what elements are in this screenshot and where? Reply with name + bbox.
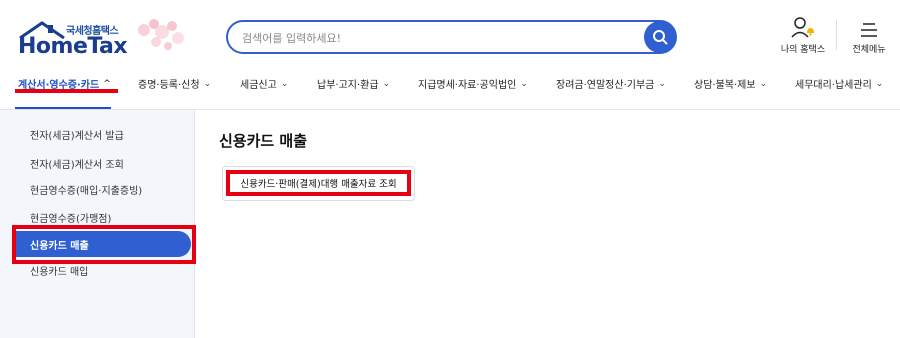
page-title: 신용카드 매출 — [219, 132, 308, 150]
nav-item-payment-refund[interactable]: 납부·고지·환급 ⌄ — [317, 76, 391, 92]
search-button[interactable] — [644, 21, 676, 53]
chevron-up-icon: ^ — [103, 78, 111, 89]
chevron-down-icon: ⌄ — [203, 78, 212, 89]
chevron-down-icon: ⌄ — [658, 78, 666, 89]
search-icon — [653, 30, 668, 45]
all-menu-button[interactable]: 전체메뉴 — [846, 16, 892, 55]
chevron-down-icon: ⌄ — [875, 78, 884, 89]
chevron-down-icon: ⌄ — [280, 78, 289, 89]
sidebar-item-cash-receipt-purchase[interactable]: 현금영수증(매입·지출증빙) — [15, 176, 191, 202]
highlight-underline — [15, 89, 118, 93]
nav-item-payment-statements[interactable]: 지급명세·자료·공익법인 ⌄ — [418, 76, 528, 92]
nav-item-label: 증명·등록·신청 — [138, 80, 200, 91]
logo-title: HomeTax — [18, 34, 128, 59]
chevron-down-icon: ⌄ — [382, 78, 391, 89]
credit-card-sales-inquiry-button[interactable]: 신용카드·판매(결제)대행 매출자료 조회 — [226, 170, 411, 196]
nav-item-consultation[interactable]: 상담·불복·제보 ⌄ — [694, 76, 768, 92]
header: 국세청홈택스 HomeTax 검색어를 입력하세요! 나의 홈택스 전체메뉴 — [0, 0, 900, 70]
cherry-blossom-icon — [138, 19, 184, 50]
nav-item-label: 납부·고지·환급 — [317, 80, 379, 91]
sidebar: 전자(세금)계산서 발급 전자(세금)계산서 조회 현금영수증(매입·지출증빙)… — [0, 110, 195, 338]
search-bar — [226, 20, 677, 54]
nav-active-indicator — [15, 107, 111, 109]
chevron-down-icon: ⌄ — [520, 78, 528, 89]
nav-item-certificates[interactable]: 증명·등록·신청 ⌄ — [138, 76, 212, 92]
highlight-box-sidebar — [12, 225, 196, 264]
nav-item-label: 세금신고 — [240, 80, 277, 91]
sidebar-item-label: 현금영수증(가맹점) — [30, 213, 112, 225]
my-hometax-label: 나의 홈택스 — [780, 45, 826, 55]
nav-item-label: 장려금·연말정산·기부금 — [556, 80, 655, 91]
my-hometax-button[interactable]: 나의 홈택스 — [778, 16, 828, 55]
nav-item-label: 지급명세·자료·공익법인 — [418, 80, 517, 91]
sidebar-item-label: 현금영수증(매입·지출증빙) — [30, 185, 143, 197]
nav-item-tax-agent[interactable]: 세무대리·납세관리 ⌄ — [795, 76, 884, 92]
sidebar-item-label: 신용카드 매입 — [30, 266, 89, 278]
sidebar-item-e-invoice-issue[interactable]: 전자(세금)계산서 발급 — [15, 121, 191, 147]
hamburger-menu-icon — [861, 23, 877, 37]
nav-item-label: 세무대리·납세관리 — [795, 80, 872, 91]
hometax-logo[interactable]: 국세청홈택스 HomeTax — [14, 18, 184, 62]
sidebar-item-label: 전자(세금)계산서 발급 — [30, 130, 124, 142]
chevron-down-icon: ⌄ — [759, 78, 768, 89]
util-divider — [836, 20, 837, 50]
nav-item-incentives[interactable]: 장려금·연말정산·기부금 ⌄ — [556, 76, 666, 92]
sidebar-item-e-invoice-inquiry[interactable]: 전자(세금)계산서 조회 — [15, 150, 191, 176]
main-nav: 계산서·영수증·카드 ^ 증명·등록·신청 ⌄ 세금신고 ⌄ 납부·고지·환급 … — [0, 70, 900, 110]
all-menu-label: 전체메뉴 — [852, 45, 886, 55]
user-bell-icon — [791, 17, 814, 38]
nav-item-tax-filing[interactable]: 세금신고 ⌄ — [240, 76, 289, 92]
nav-item-label: 상담·불복·제보 — [694, 80, 756, 91]
search-input[interactable] — [242, 29, 622, 47]
sidebar-item-label: 전자(세금)계산서 조회 — [30, 159, 124, 171]
